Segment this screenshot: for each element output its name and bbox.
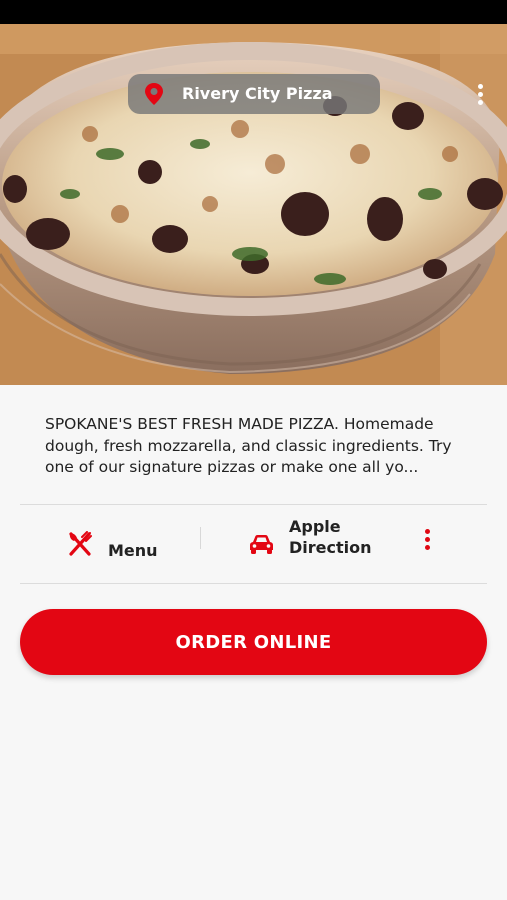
divider-bottom [20,583,487,584]
direction-label-line1: Apple [289,517,341,536]
action-row: Menu Apple Direction [0,505,507,583]
more-options-icon[interactable] [418,527,436,553]
apple-direction-button[interactable]: Apple Direction [244,513,394,569]
menu-button[interactable]: Menu [60,519,180,567]
direction-label: Apple Direction [289,516,389,558]
location-name: Rivery City Pizza [182,84,333,103]
order-online-button[interactable]: ORDER ONLINE [20,609,487,675]
menu-label: Menu [108,541,158,560]
restaurant-description: SPOKANE'S BEST FRESH MADE PIZZA. Homemad… [45,415,452,476]
car-icon [250,535,273,554]
more-vertical-icon[interactable] [472,82,490,108]
location-selector[interactable]: Rivery City Pizza [128,74,483,114]
status-bar [0,0,507,24]
hero-image: Rivery City Pizza [0,24,507,385]
fork-knife-icon [69,531,92,556]
location-pin-icon [145,83,163,105]
direction-label-line2: Direction [289,538,372,557]
action-separator [200,527,201,549]
